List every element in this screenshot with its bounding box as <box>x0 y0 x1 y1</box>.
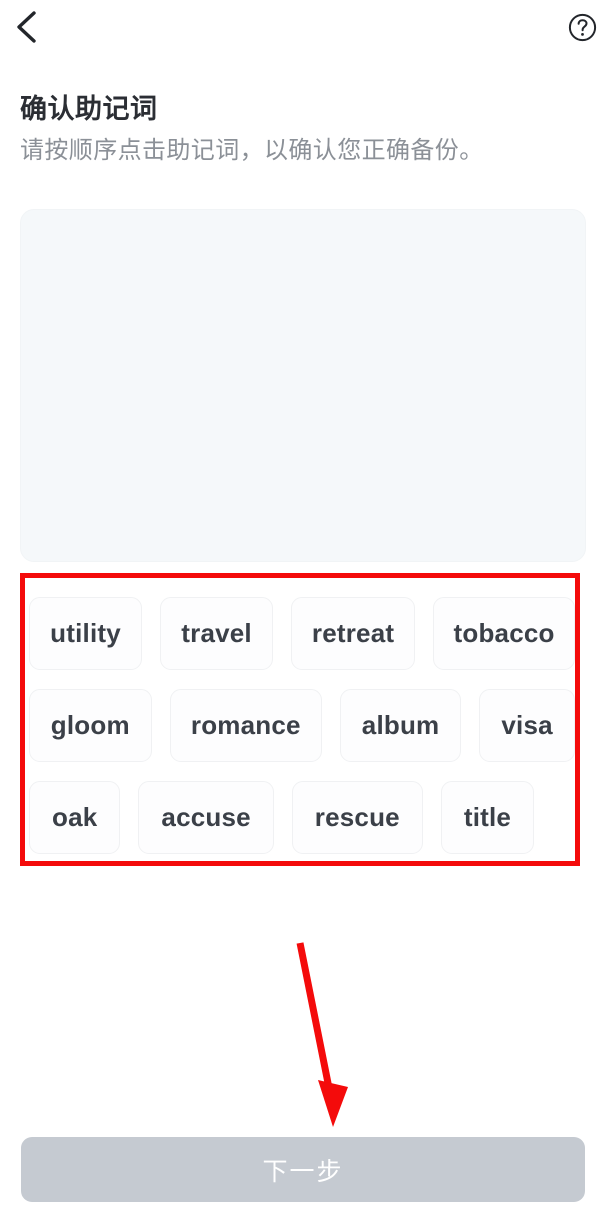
word-chip[interactable]: travel <box>160 596 274 670</box>
word-bank-row: gloom romance album visa <box>29 679 575 771</box>
top-bar <box>0 0 610 56</box>
question-mark-circle-icon <box>568 13 597 42</box>
word-bank-highlight-box: utility travel retreat tobacco gloom rom… <box>20 573 580 866</box>
annotation-arrow <box>280 935 360 1130</box>
selected-words-panel[interactable] <box>20 209 586 562</box>
word-chip[interactable]: utility <box>29 596 143 670</box>
help-button[interactable] <box>568 13 597 42</box>
page-title: 确认助记词 <box>20 94 158 124</box>
word-chip[interactable]: rescue <box>291 780 423 854</box>
page-subtitle: 请按顺序点击助记词，以确认您正确备份。 <box>20 137 484 164</box>
word-chip[interactable]: retreat <box>291 596 416 670</box>
word-chip[interactable]: gloom <box>29 688 152 762</box>
word-chip[interactable]: romance <box>169 688 322 762</box>
word-bank-grid: utility travel retreat tobacco gloom rom… <box>25 578 575 861</box>
back-button[interactable] <box>4 4 50 50</box>
word-chip[interactable]: oak <box>29 780 121 854</box>
word-chip[interactable]: visa <box>479 688 575 762</box>
word-chip[interactable]: tobacco <box>433 596 575 670</box>
word-chip[interactable]: accuse <box>138 780 274 854</box>
word-chip[interactable]: title <box>440 780 535 854</box>
word-bank-row: oak accuse rescue title <box>29 771 575 863</box>
word-bank-row: utility travel retreat tobacco <box>29 587 575 679</box>
chevron-left-icon <box>14 10 40 44</box>
next-button[interactable]: 下一步 <box>21 1137 585 1202</box>
word-chip[interactable]: album <box>339 688 462 762</box>
